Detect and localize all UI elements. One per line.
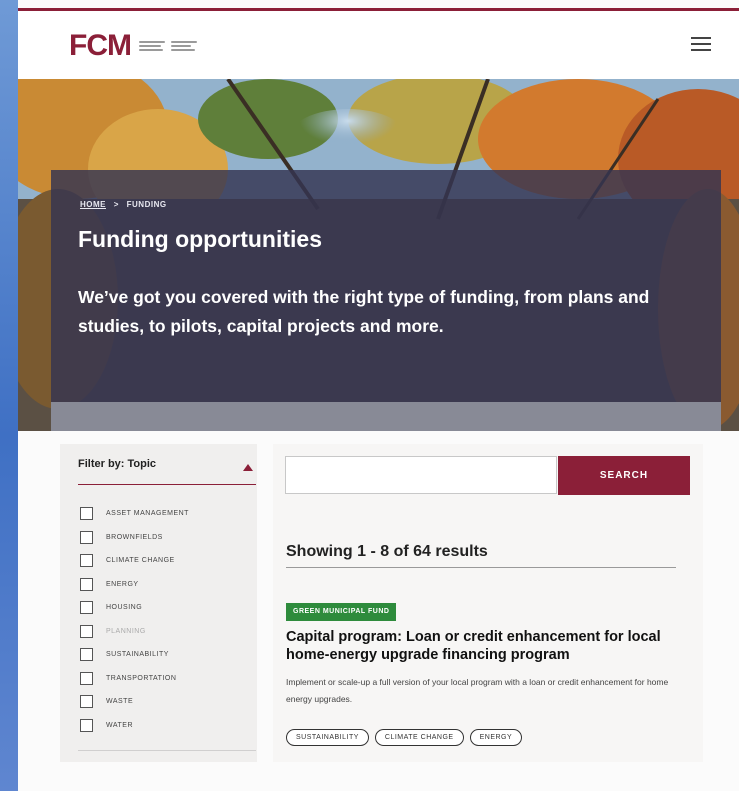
- filter-heading[interactable]: Filter by: Topic: [78, 458, 256, 470]
- topic-list: ASSET MANAGEMENT BROWNFIELDS CLIMATE CHA…: [80, 502, 189, 737]
- result-description: Implement or scale-up a full version of …: [286, 677, 669, 704]
- checkbox[interactable]: [80, 671, 93, 685]
- topic-label: BROWNFIELDS: [106, 533, 163, 541]
- topic-filter-transportation[interactable]: TRANSPORTATION: [80, 667, 189, 691]
- topic-label: TRANSPORTATION: [106, 674, 177, 682]
- topic-label: CLIMATE CHANGE: [106, 557, 175, 565]
- topic-filter-brownfields[interactable]: BROWNFIELDS: [80, 526, 189, 550]
- checkbox[interactable]: [80, 624, 93, 638]
- page-title: Funding opportunities: [78, 226, 323, 252]
- hero-banner: HOME > FUNDING Funding opportunities We’…: [18, 79, 739, 431]
- site-header: FCM: [18, 11, 739, 79]
- checkbox[interactable]: [80, 648, 93, 662]
- topic-filter-water[interactable]: WATER: [80, 714, 189, 738]
- topic-label: WASTE: [106, 698, 134, 706]
- filter-divider: [78, 484, 256, 485]
- filter-bottom-divider: [78, 750, 256, 751]
- topic-label: ENERGY: [106, 580, 139, 588]
- result-title-link[interactable]: Capital program: Loan or credit enhancem…: [286, 628, 686, 664]
- topic-label: ASSET MANAGEMENT: [106, 510, 189, 518]
- topic-label: WATER: [106, 721, 133, 729]
- hero-overlay: HOME > FUNDING Funding opportunities We’…: [51, 170, 721, 402]
- topic-filter-energy[interactable]: ENERGY: [80, 573, 189, 597]
- page: FCM HOME > FUNDING Funding opportunities…: [18, 0, 739, 791]
- breadcrumb-current: FUNDING: [126, 200, 167, 209]
- hero-description: We’ve got you covered with the right typ…: [78, 287, 650, 336]
- topic-filter-housing[interactable]: HOUSING: [80, 596, 189, 620]
- checkbox[interactable]: [80, 601, 93, 615]
- results-divider: [286, 567, 676, 568]
- topic-filter-sustainability[interactable]: SUSTAINABILITY: [80, 643, 189, 667]
- topic-label: HOUSING: [106, 604, 143, 612]
- tag-energy[interactable]: ENERGY: [469, 729, 523, 746]
- topic-filter-panel: Filter by: Topic ASSET MANAGEMENT BROWNF…: [60, 444, 257, 762]
- hero-strip: [51, 402, 721, 431]
- topic-filter-asset-management[interactable]: ASSET MANAGEMENT: [80, 502, 189, 526]
- program-badge: GREEN MUNICIPAL FUND: [286, 603, 397, 621]
- tag-climate-change[interactable]: CLIMATE CHANGE: [374, 729, 464, 746]
- checkbox[interactable]: [80, 695, 93, 709]
- checkbox[interactable]: [80, 718, 93, 732]
- search-button[interactable]: SEARCH: [558, 456, 690, 495]
- checkbox[interactable]: [80, 507, 93, 521]
- logo-wordmark: FCM: [69, 29, 132, 62]
- topic-label: PLANNING: [106, 627, 146, 635]
- hamburger-menu-icon[interactable]: [691, 37, 711, 53]
- tag-sustainability[interactable]: SUSTAINABILITY: [286, 729, 369, 746]
- caret-up-icon[interactable]: [243, 464, 253, 471]
- search-input[interactable]: [285, 456, 557, 494]
- fcm-logo[interactable]: FCM: [69, 29, 197, 63]
- topic-label: SUSTAINABILITY: [106, 651, 169, 659]
- topic-filter-waste[interactable]: WASTE: [80, 690, 189, 714]
- topic-filter-climate-change[interactable]: CLIMATE CHANGE: [80, 549, 189, 573]
- result-tags: SUSTAINABILITY CLIMATE CHANGE ENERGY: [286, 729, 523, 746]
- results-count: Showing 1 - 8 of 64 results: [286, 543, 488, 560]
- checkbox[interactable]: [80, 577, 93, 591]
- logo-tagline-graphic: [138, 41, 197, 51]
- checkbox[interactable]: [80, 530, 93, 544]
- topic-filter-planning[interactable]: PLANNING: [80, 620, 189, 644]
- checkbox[interactable]: [80, 554, 93, 568]
- breadcrumb: HOME > FUNDING: [80, 200, 167, 209]
- breadcrumb-home-link[interactable]: HOME: [80, 200, 106, 209]
- breadcrumb-separator: >: [113, 200, 119, 209]
